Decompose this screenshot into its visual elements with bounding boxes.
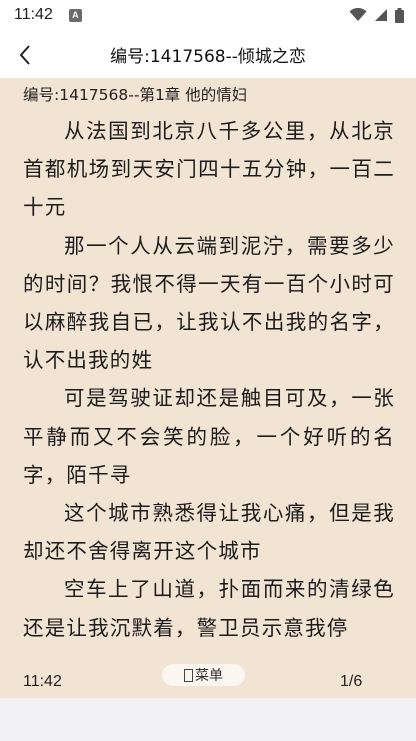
paragraph: 从法国到北京八千多公里，从北京首都机场到天安门四十五分钟，一百二十元 [23,119,395,220]
chevron-left-icon [19,45,30,65]
menu-label: 菜单 [195,668,223,684]
paragraph: 那一个人从云端到泥泞，需要多少的时间？我恨不得一天有一百个小时可以麻醉我自已，让… [23,233,395,373]
menu-icon [184,668,193,682]
chapter-title: 编号:1417568--第1章 他的情妇 [23,86,248,104]
wifi-icon [349,8,367,21]
menu-button[interactable]: 菜单 [162,664,245,686]
app-bar: 编号:1417568--倾城之恋 [0,30,416,78]
paragraph: 空车上了山道，扑面而来的清绿色还是让我沉默着，警卫员示意我停 [23,577,395,640]
signal-icon [375,9,387,21]
paragraph: 这个城市熟悉得让我心痛，但是我却还不舍得离开这个城市 [23,501,395,564]
page-title: 编号:1417568--倾城之恋 [110,46,306,67]
footer-time: 11:42 [23,673,62,690]
paragraph: 可是驾驶证却还是触目可及，一张平静而又不会笑的脸，一个好听的名字，陌千寻 [23,386,395,487]
battery-icon [395,7,404,23]
status-icons [349,7,404,23]
notification-a-icon: A [68,8,82,22]
back-button[interactable] [10,40,40,70]
status-time: 11:42 [14,6,53,23]
reader-page[interactable]: 编号:1417568--第1章 他的情妇 从法国到北京八千多公里，从北京首都机场… [0,78,416,698]
page-indicator: 1/6 [340,673,363,690]
status-bar: 11:42 A [0,0,416,30]
chapter-content: 从法国到北京八千多公里，从北京首都机场到天安门四十五分钟，一百二十元 那一个人从… [23,112,395,647]
reader-footer: 11:42 菜单 1/6 [0,656,416,692]
